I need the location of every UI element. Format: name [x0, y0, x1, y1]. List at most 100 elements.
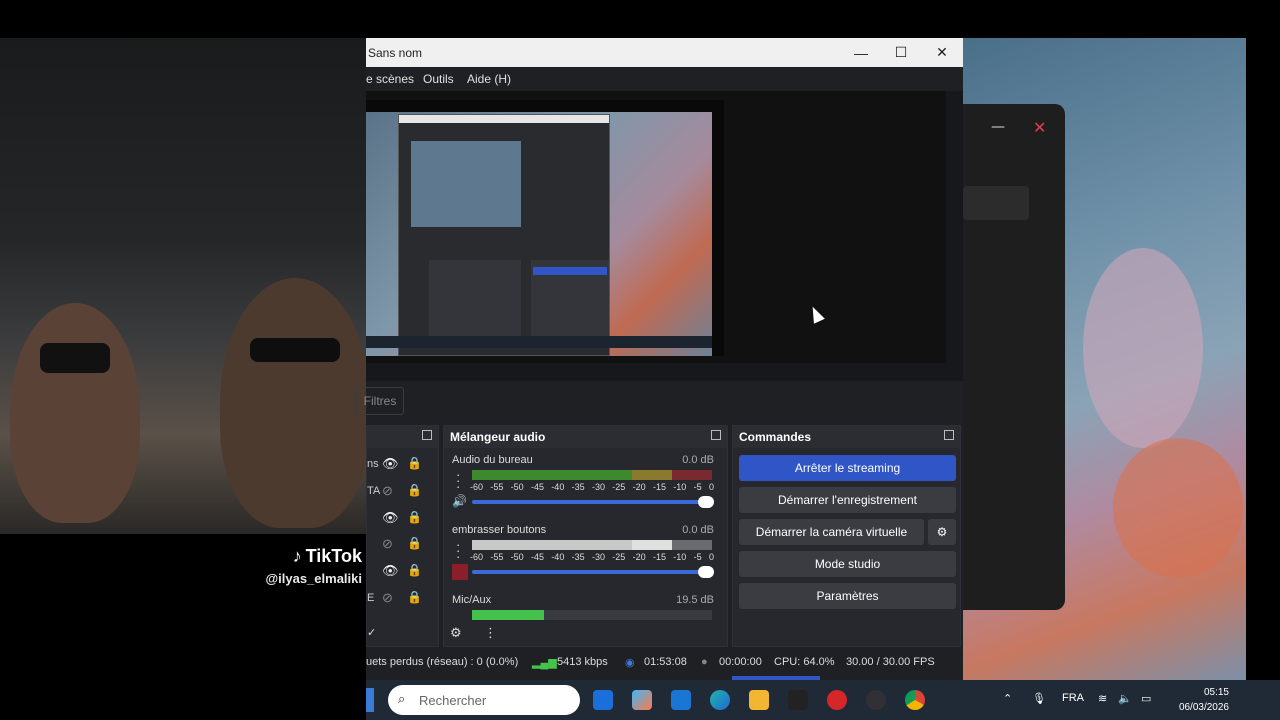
- taskbar: ⌕ Rechercher ⌃ 🎙 FRA ≋ 🔈 ▭ 05:15 06/03/2…: [366, 680, 1280, 720]
- menu-bar: e scènes Outils Aide (H): [366, 67, 963, 91]
- more-icon[interactable]: ⋮: [484, 626, 497, 641]
- scale-tick-label: -5: [693, 482, 702, 492]
- lock-icon[interactable]: 🔒: [407, 510, 422, 524]
- opera-icon[interactable]: [827, 690, 847, 710]
- background-window: — ✕: [963, 104, 1065, 610]
- eye-icon[interactable]: 👁: [382, 563, 399, 579]
- menu-tools[interactable]: Outils: [423, 72, 454, 86]
- checkmark-icon[interactable]: ✓: [367, 626, 376, 639]
- scale-tick-label: -10: [673, 552, 687, 562]
- eye-hidden-icon[interactable]: ⊘: [382, 536, 393, 552]
- start-virtual-camera-button[interactable]: Démarrer la caméra virtuelle: [739, 519, 924, 545]
- tiktok-icon: ♪: [292, 546, 302, 566]
- start-recording-button[interactable]: Démarrer l'enregistrement: [739, 487, 956, 513]
- channel-menu-icon[interactable]: · · ·: [456, 468, 460, 493]
- undock-icon[interactable]: [711, 430, 721, 440]
- clock[interactable]: 05:15 06/03/2026: [1179, 685, 1229, 715]
- lock-icon[interactable]: 🔒: [407, 483, 422, 497]
- battery-icon[interactable]: ▭: [1141, 692, 1151, 705]
- record-icon: ●: [701, 656, 708, 668]
- menu-scenes[interactable]: e scènes: [366, 72, 414, 86]
- copilot-icon[interactable]: [632, 690, 652, 710]
- volume-icon[interactable]: 🔈: [1118, 692, 1132, 705]
- controls-dock: Commandes Arrêter le streaming Démarrer …: [732, 425, 961, 647]
- gear-icon[interactable]: ⚙: [450, 626, 462, 641]
- chevron-up-icon[interactable]: ⌃: [1003, 692, 1012, 705]
- scale-tick-label: -40: [551, 552, 565, 562]
- source-row[interactable]: TA ⊘ 🔒: [367, 479, 439, 505]
- lock-icon[interactable]: 🔒: [407, 456, 422, 470]
- minimize-button[interactable]: —: [841, 38, 881, 67]
- language-indicator[interactable]: FRA: [1062, 692, 1084, 704]
- start-button[interactable]: [366, 688, 374, 712]
- wifi-icon[interactable]: ≋: [1098, 692, 1107, 705]
- microphone-icon[interactable]: 🎙: [1032, 692, 1046, 705]
- sources-dock: ns 👁 🔒 TA ⊘ 🔒 👁 🔒 ⊘ 🔒 👁 🔒 E ⊘ 🔒 ✓: [366, 425, 439, 647]
- speaker-icon[interactable]: 🔊: [452, 494, 468, 510]
- scale-tick-label: -15: [652, 552, 666, 562]
- lock-icon[interactable]: 🔒: [407, 590, 422, 604]
- eye-icon[interactable]: 👁: [382, 456, 399, 472]
- stream-time: 01:53:08: [644, 656, 687, 668]
- chrome-icon[interactable]: [905, 690, 925, 710]
- gear-icon: ⚙: [936, 525, 948, 539]
- menu-help[interactable]: Aide (H): [467, 72, 511, 86]
- audio-app-icon[interactable]: [788, 690, 808, 710]
- source-row[interactable]: 👁 🔒: [367, 506, 439, 532]
- scale-tick-label: -30: [591, 552, 605, 562]
- filters-button[interactable]: Filtres: [356, 387, 404, 415]
- source-row[interactable]: 👁 🔒: [367, 559, 439, 585]
- audio-mixer-dock: Mélangeur audio Audio du bureau 0.0 dB ·…: [443, 425, 728, 647]
- app-icon[interactable]: [593, 690, 613, 710]
- meter-scale: -60 -55 -50 -45 -40 -35 -30 -25 -20 -15 -10 -5 0: [470, 482, 714, 492]
- outlook-icon[interactable]: [671, 690, 691, 710]
- search-icon: ⌕: [398, 691, 406, 706]
- meter-scale: -60 -55 -50 -45 -40 -35 -30 -25 -20 -15 -10 -5 0: [470, 552, 714, 562]
- lock-icon[interactable]: 🔒: [407, 536, 422, 550]
- eye-hidden-icon[interactable]: ⊘: [382, 590, 393, 606]
- volume-slider[interactable]: [472, 496, 714, 508]
- close-button[interactable]: ✕: [922, 38, 962, 67]
- scale-tick-label: -50: [510, 552, 524, 562]
- undock-icon[interactable]: [944, 430, 954, 440]
- studio-mode-button[interactable]: Mode studio: [739, 551, 956, 577]
- scale-tick-label: -10: [673, 482, 687, 492]
- minimize-icon: —: [991, 119, 1005, 135]
- volume-meter: [472, 470, 712, 480]
- undock-icon[interactable]: [422, 430, 432, 440]
- settings-button[interactable]: Paramètres: [739, 583, 956, 609]
- preview-canvas: [366, 100, 724, 356]
- source-row[interactable]: ⊘ 🔒: [367, 532, 439, 558]
- status-bar: uets perdus (réseau) : 0 (0.0%) ▂▄▆ 5413…: [366, 650, 963, 676]
- scale-tick-label: -35: [571, 552, 585, 562]
- lock-icon[interactable]: 🔒: [407, 563, 422, 577]
- maximize-button[interactable]: ☐: [881, 38, 921, 67]
- tiktok-watermark: ♪ TikTok @ilyas_elmaliki: [262, 546, 362, 586]
- signal-icon: ▂▄▆: [532, 657, 557, 669]
- virtual-camera-settings-button[interactable]: ⚙: [928, 519, 956, 545]
- edge-icon[interactable]: [710, 690, 730, 710]
- record-time: 00:00:00: [719, 656, 762, 668]
- filters-bar: Filtres: [356, 381, 963, 421]
- cpu-usage: CPU: 64.0%: [774, 656, 835, 668]
- volume-slider[interactable]: [472, 566, 714, 578]
- volume-meter: [472, 540, 712, 550]
- source-row[interactable]: E ⊘ 🔒: [367, 586, 439, 612]
- scale-tick-label: -45: [530, 552, 544, 562]
- scale-tick-label: -50: [510, 482, 524, 492]
- scale-tick-label: -60: [470, 482, 484, 492]
- stop-streaming-button[interactable]: Arrêter le streaming: [739, 455, 956, 481]
- obs-icon[interactable]: [866, 690, 886, 710]
- scale-tick-label: -40: [551, 482, 565, 492]
- preview-panel[interactable]: [366, 91, 946, 363]
- mixer-title: Mélangeur audio: [450, 430, 546, 444]
- taskbar-search[interactable]: ⌕ Rechercher: [388, 685, 580, 715]
- eye-hidden-icon[interactable]: ⊘: [382, 483, 393, 499]
- title-bar: Sans nom — ☐ ✕: [366, 38, 963, 67]
- muted-speaker-icon[interactable]: [452, 564, 468, 580]
- folder-icon[interactable]: [749, 690, 769, 710]
- eye-icon[interactable]: 👁: [382, 510, 399, 526]
- nested-obs-window: [398, 114, 610, 356]
- source-row[interactable]: ns 👁 🔒: [367, 452, 439, 478]
- channel-menu-icon[interactable]: · · ·: [456, 538, 460, 563]
